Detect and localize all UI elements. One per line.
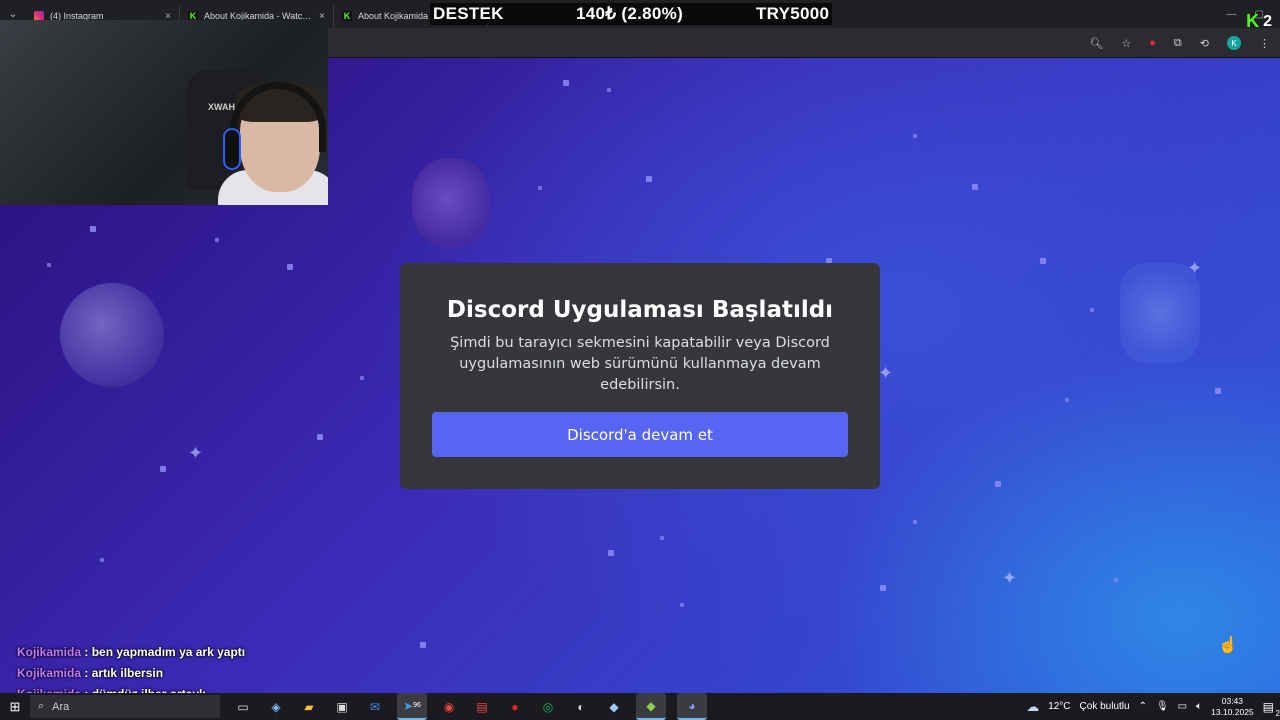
app-icon[interactable]: ▤ (471, 696, 493, 718)
weather-condition: Çok bulutlu (1079, 701, 1130, 712)
star (913, 520, 917, 524)
chat-message: Kojikamida : artık ilbersin (17, 663, 245, 684)
notification-icon[interactable]: ▤ 2 (1263, 700, 1280, 718)
modal-description: Şimdi bu tarayıcı sekmesini kapatabilir … (450, 335, 830, 393)
star (160, 466, 166, 472)
volume-icon[interactable]: 🔈︎ (1196, 701, 1202, 712)
history-icon[interactable]: ⟲ (1200, 37, 1209, 50)
minimize-icon[interactable]: — (1227, 9, 1237, 20)
taskbar-apps: ▭ ◈ ▰ ▣ ✉ ➤ 96 ◉ ▤ ● ◎ ◐ ◆ ◆ ◕ (232, 693, 707, 720)
menu-kebab-icon[interactable]: ⋮ (1259, 37, 1270, 50)
star (913, 134, 917, 138)
clock[interactable]: 03:43 13.10.2025 (1211, 696, 1254, 718)
kick-icon: K (342, 11, 352, 21)
donation-ticker: DESTEK 140₺ (2.80%) TRY5000 (430, 3, 832, 25)
obs-icon[interactable]: ◐ (570, 696, 592, 718)
star (90, 226, 96, 232)
extensions-puzzle-icon[interactable]: ⧉ (1174, 37, 1182, 50)
star (1114, 578, 1118, 582)
copilot-icon[interactable]: ◈ (265, 696, 287, 718)
outlook-icon[interactable]: ✉ (364, 696, 386, 718)
search-icon: ⌕ (38, 700, 45, 712)
kick-logo-icon: K (1246, 11, 1260, 31)
star (1040, 258, 1046, 264)
star (680, 603, 684, 607)
star (360, 376, 364, 380)
star (1065, 398, 1069, 402)
sparkle: ✦ (1187, 258, 1203, 278)
network-icon[interactable]: ▭ (1178, 701, 1187, 712)
windows-taskbar: ⊞ ⌕ Ara ▭ ◈ ▰ ▣ ✉ ➤ 96 ◉ ▤ ● ◎ ◐ ◆ ◆ ◕ ☁ … (0, 693, 1280, 720)
potion-decoration (412, 158, 490, 248)
star (660, 536, 664, 540)
orb-decoration (60, 283, 164, 387)
star (607, 88, 611, 92)
star (215, 238, 219, 242)
chat-text: : artık ilbersin (84, 666, 164, 680)
chat-message: Kojikamida : ben yapmadım ya ark yaptı (17, 642, 245, 663)
star (646, 176, 652, 182)
microphone-icon[interactable]: 🎙︎ (1156, 701, 1169, 712)
ticker-goal: TRY5000 (756, 4, 830, 23)
star (538, 186, 542, 190)
spotify-icon[interactable]: ◎ (537, 696, 559, 718)
clock-time: 03:43 (1221, 695, 1244, 706)
windows-start-icon[interactable]: ⊞ (0, 699, 30, 715)
telegram-icon[interactable]: ➤ 96 (397, 693, 427, 720)
store-icon[interactable]: ▣ (331, 696, 353, 718)
star (563, 80, 569, 86)
weather-temp: 12°C (1048, 701, 1071, 712)
star (287, 264, 293, 270)
star (317, 434, 323, 440)
webcam-overlay: XWAH (0, 20, 328, 205)
star (100, 558, 104, 562)
launch-modal: Discord Uygulaması Başlatıldı Şimdi bu t… (400, 263, 880, 489)
zoom-icon[interactable]: 🔍︎ (1089, 37, 1103, 50)
hand-cursor-icon: ☝ (1218, 637, 1238, 654)
notification-count: 2 (1275, 708, 1280, 718)
tray-chevron-up-icon[interactable]: ⌃ (1139, 701, 1147, 712)
discord-icon[interactable]: ◕ (677, 693, 707, 720)
modal-title: Discord Uygulaması Başlatıldı (446, 297, 834, 323)
chat-username: Kojikamida (17, 666, 82, 680)
star (880, 585, 886, 591)
file-explorer-icon[interactable]: ▰ (298, 696, 320, 718)
star (608, 550, 614, 556)
app-icon[interactable]: ◆ (603, 696, 625, 718)
kick-viewer-badge: K 2 (1246, 11, 1272, 32)
task-view-icon[interactable]: ▭ (232, 696, 254, 718)
headset-earcup (225, 130, 239, 168)
extension-icon[interactable]: ● (1149, 37, 1156, 49)
toolbar-icons: 🔍︎ ☆ ● ⧉ ⟲ K ⋮ (1089, 28, 1270, 58)
kick-count: 2 (1263, 12, 1272, 30)
star (995, 481, 1001, 487)
search-placeholder: Ara (52, 700, 70, 713)
bookmark-star-icon[interactable]: ☆ (1121, 37, 1131, 50)
telegram-badge: 96 (413, 702, 421, 709)
ticker-amount: 140₺ (2.80%) (576, 4, 684, 23)
sparkle: ✦ (1002, 568, 1018, 588)
continue-to-discord-button[interactable]: Discord'a devam et (432, 412, 848, 457)
app-red-icon[interactable]: ● (504, 696, 526, 718)
profile-avatar[interactable]: K (1227, 36, 1241, 50)
sparkle: ✦ (878, 363, 894, 383)
tab-label: About Kojikamida (358, 11, 429, 21)
chrome-icon[interactable]: ◉ (438, 696, 460, 718)
system-tray: ☁ 12°C Çok bulutlu ⌃ 🎙︎ ▭ 🔈︎ 03:43 13.10… (1026, 693, 1280, 720)
sparkle: ✦ (188, 443, 204, 463)
star (1090, 308, 1094, 312)
taskbar-search[interactable]: ⌕ Ara (30, 695, 220, 718)
star (47, 263, 51, 267)
chat-text: : ben yapmadım ya ark yaptı (84, 645, 246, 659)
star (420, 642, 426, 648)
app-active-icon[interactable]: ◆ (636, 693, 666, 720)
chat-username: Kojikamida (17, 645, 82, 659)
star (972, 184, 978, 190)
ticker-label: DESTEK (433, 4, 504, 23)
star (1215, 388, 1221, 394)
clock-date: 13.10.2025 (1211, 706, 1254, 717)
weather-cloud-icon: ☁ (1026, 698, 1040, 714)
chair-brand: XWAH (208, 102, 235, 112)
